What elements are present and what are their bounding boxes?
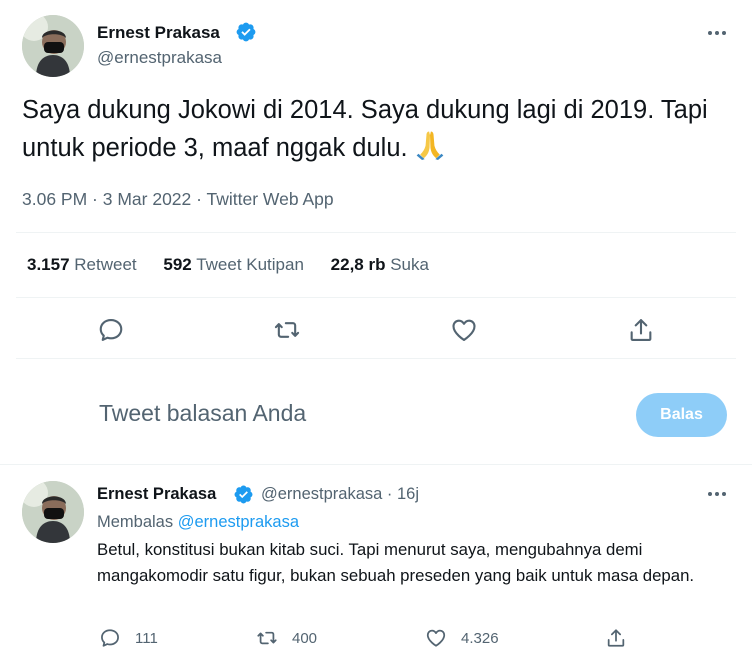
quote-stat[interactable]: 592 Tweet Kutipan — [163, 255, 304, 275]
retweet-label: Retweet — [74, 255, 137, 274]
like-stat[interactable]: 22,8 rb Suka — [331, 255, 429, 275]
reply-header: Ernest Prakasa — [97, 485, 216, 504]
divider — [16, 297, 736, 298]
reply-count: 111 — [135, 629, 158, 647]
tweet-source[interactable]: Twitter Web App — [207, 189, 334, 209]
divider — [16, 232, 736, 233]
retweet-icon[interactable] — [273, 316, 301, 344]
retweet-count: 400 — [292, 629, 318, 647]
quote-count: 592 — [163, 255, 192, 274]
like-action[interactable]: 4.326 — [425, 626, 499, 650]
meta-separator: · — [382, 485, 397, 503]
replying-to: Membalas @ernestprakasa — [97, 513, 299, 532]
reply-author-name[interactable]: Ernest Prakasa — [97, 485, 216, 503]
divider — [16, 358, 736, 359]
tweet-timestamp: 3.06 PM · 3 Mar 2022 · Twitter Web App — [22, 189, 334, 210]
tweet-date[interactable]: 3 Mar 2022 — [103, 189, 192, 209]
reply-author-avatar[interactable] — [22, 481, 84, 543]
tweet-text: Saya dukung Jokowi di 2014. Saya dukung … — [22, 93, 737, 166]
tweet-stats: 3.157 Retweet 592 Tweet Kutipan 22,8 rb … — [27, 255, 451, 275]
more-icon[interactable] — [705, 21, 729, 45]
reply-handle-time: @ernestprakasa · 16j — [261, 485, 419, 504]
replying-mention[interactable]: @ernestprakasa — [178, 513, 299, 531]
reply-icon[interactable] — [97, 316, 125, 344]
verified-badge-icon — [236, 22, 256, 42]
meta-separator: · — [87, 189, 103, 209]
tweet-text-body: Saya dukung Jokowi di 2014. Saya dukung … — [22, 96, 708, 162]
tweet-time[interactable]: 3.06 PM — [22, 189, 87, 209]
share-icon[interactable] — [627, 316, 655, 344]
divider — [0, 464, 752, 465]
reply-input[interactable]: Tweet balasan Anda — [99, 400, 306, 427]
reply-icon — [101, 629, 119, 647]
retweet-icon — [257, 631, 277, 645]
reply-action[interactable]: 111 — [99, 626, 158, 650]
reply-time[interactable]: 16j — [397, 485, 419, 503]
share-action[interactable] — [605, 626, 641, 650]
reply-text: Betul, konstitusi bukan kitab suci. Tapi… — [97, 540, 695, 585]
reply-button[interactable]: Balas — [636, 393, 727, 437]
retweet-action[interactable]: 400 — [256, 626, 317, 650]
verified-badge-icon — [234, 485, 253, 504]
folded-hands-icon — [416, 131, 443, 160]
share-icon — [607, 629, 625, 647]
author-name[interactable]: Ernest Prakasa — [97, 23, 220, 43]
quote-label: Tweet Kutipan — [196, 255, 304, 274]
author-handle[interactable]: @ernestprakasa — [97, 48, 222, 68]
like-count: 4.326 — [461, 629, 499, 647]
like-icon — [426, 629, 446, 647]
author-avatar[interactable] — [22, 15, 84, 77]
retweet-stat[interactable]: 3.157 Retweet — [27, 255, 137, 275]
replying-label: Membalas — [97, 513, 174, 531]
meta-separator: · — [191, 189, 207, 209]
retweet-count: 3.157 — [27, 255, 70, 274]
reply-author-handle[interactable]: @ernestprakasa — [261, 485, 382, 503]
like-icon[interactable] — [450, 316, 478, 344]
like-count: 22,8 rb — [330, 255, 386, 274]
more-icon[interactable] — [705, 482, 729, 506]
like-label: Suka — [390, 255, 429, 274]
